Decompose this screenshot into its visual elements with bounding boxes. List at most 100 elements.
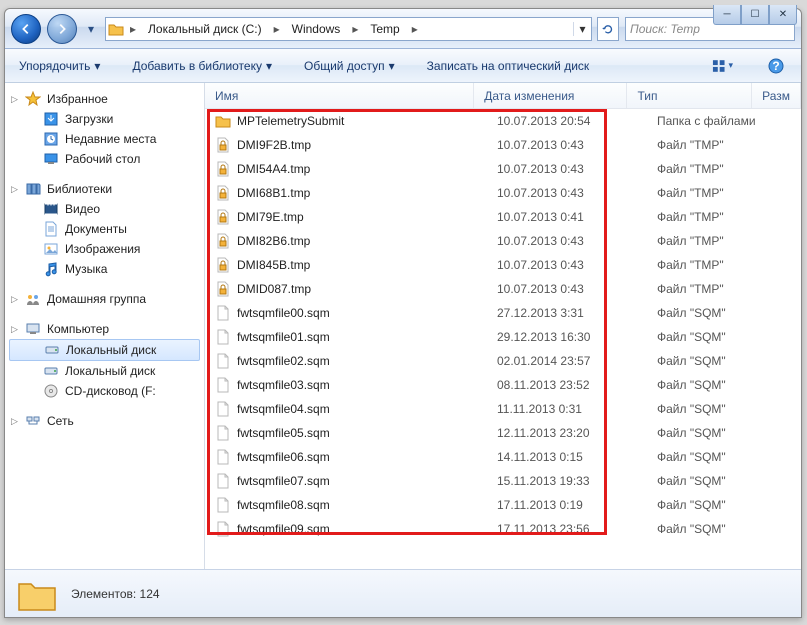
file-name: DMI82B6.tmp <box>237 234 310 248</box>
file-icon <box>215 473 231 489</box>
sidebar-homegroup-head[interactable]: ▷ Домашняя группа <box>5 289 204 309</box>
lock-icon <box>215 185 231 201</box>
sidebar-item-downloads[interactable]: Загрузки <box>5 109 204 129</box>
file-type: Файл "SQM" <box>647 498 777 512</box>
file-row[interactable]: fwtsqmfile06.sqm14.11.2013 0:15Файл "SQM… <box>205 445 801 469</box>
file-rows: MPTelemetrySubmit10.07.2013 20:54Папка с… <box>205 109 801 569</box>
sidebar-item-recent[interactable]: Недавние места <box>5 129 204 149</box>
file-row[interactable]: DMI845B.tmp10.07.2013 0:43Файл "TMP" <box>205 253 801 277</box>
organize-menu[interactable]: Упорядочить▾ <box>19 59 100 73</box>
folder-icon <box>215 113 231 129</box>
homegroup-icon <box>25 291 41 307</box>
burn-button[interactable]: Записать на оптический диск <box>427 59 590 73</box>
file-row[interactable]: DMI79E.tmp10.07.2013 0:41Файл "TMP" <box>205 205 801 229</box>
minimize-button[interactable]: ─ <box>713 5 741 25</box>
file-name: fwtsqmfile02.sqm <box>237 354 330 368</box>
forward-button[interactable] <box>47 14 77 44</box>
file-icon <box>215 353 231 369</box>
file-row[interactable]: fwtsqmfile00.sqm27.12.2013 3:31Файл "SQM… <box>205 301 801 325</box>
file-type: Файл "SQM" <box>647 330 777 344</box>
file-row[interactable]: DMI54A4.tmp10.07.2013 0:43Файл "TMP" <box>205 157 801 181</box>
file-row[interactable]: fwtsqmfile01.sqm29.12.2013 16:30Файл "SQ… <box>205 325 801 349</box>
file-date: 12.11.2013 23:20 <box>487 426 647 440</box>
file-row[interactable]: fwtsqmfile05.sqm12.11.2013 23:20Файл "SQ… <box>205 421 801 445</box>
file-name: DMID087.tmp <box>237 282 311 296</box>
maximize-button[interactable]: ☐ <box>741 5 769 25</box>
sidebar-item-video[interactable]: Видео <box>5 199 204 219</box>
file-row[interactable]: fwtsqmfile03.sqm08.11.2013 23:52Файл "SQ… <box>205 373 801 397</box>
column-name[interactable]: Имя <box>205 83 474 108</box>
file-row[interactable]: MPTelemetrySubmit10.07.2013 20:54Папка с… <box>205 109 801 133</box>
sidebar-item-documents[interactable]: Документы <box>5 219 204 239</box>
file-type: Файл "SQM" <box>647 306 777 320</box>
sidebar-network-head[interactable]: ▷ Сеть <box>5 411 204 431</box>
file-type: Файл "TMP" <box>647 210 777 224</box>
status-text: Элементов: 124 <box>71 587 160 601</box>
file-row[interactable]: fwtsqmfile07.sqm15.11.2013 19:33Файл "SQ… <box>205 469 801 493</box>
chevron-right-icon[interactable]: ▸ <box>348 22 362 36</box>
file-date: 15.11.2013 19:33 <box>487 474 647 488</box>
file-name: DMI845B.tmp <box>237 258 310 272</box>
file-icon <box>215 425 231 441</box>
file-row[interactable]: fwtsqmfile09.sqm17.11.2013 23:56Файл "SQ… <box>205 517 801 541</box>
recent-icon <box>43 131 59 147</box>
file-icon <box>215 449 231 465</box>
chevron-down-icon: ▾ <box>94 59 100 73</box>
back-button[interactable] <box>11 14 41 44</box>
lock-icon <box>215 257 231 273</box>
help-button[interactable] <box>765 55 787 77</box>
file-name: DMI79E.tmp <box>237 210 304 224</box>
file-row[interactable]: DMI68B1.tmp10.07.2013 0:43Файл "TMP" <box>205 181 801 205</box>
file-date: 10.07.2013 0:43 <box>487 258 647 272</box>
collapse-icon: ▷ <box>11 94 18 105</box>
search-placeholder: Поиск: Temp <box>630 22 700 36</box>
history-dropdown[interactable]: ▾ <box>83 17 99 41</box>
file-icon <box>215 305 231 321</box>
file-date: 17.11.2013 23:56 <box>487 522 647 536</box>
breadcrumb-seg[interactable]: Локальный диск (C:) <box>140 18 270 40</box>
file-row[interactable]: fwtsqmfile04.sqm11.11.2013 0:31Файл "SQM… <box>205 397 801 421</box>
file-type: Файл "SQM" <box>647 402 777 416</box>
address-bar[interactable]: ▸ Локальный диск (C:) ▸ Windows ▸ Temp ▸… <box>105 17 592 41</box>
collapse-icon: ▷ <box>11 324 18 335</box>
close-button[interactable]: ✕ <box>769 5 797 25</box>
sidebar-item-music[interactable]: Музыка <box>5 259 204 279</box>
file-type: Файл "SQM" <box>647 474 777 488</box>
file-row[interactable]: DMI82B6.tmp10.07.2013 0:43Файл "TMP" <box>205 229 801 253</box>
refresh-button[interactable] <box>597 17 619 41</box>
chevron-right-icon[interactable]: ▸ <box>270 22 284 36</box>
share-menu[interactable]: Общий доступ▾ <box>304 59 395 73</box>
file-row[interactable]: fwtsqmfile08.sqm17.11.2013 0:19Файл "SQM… <box>205 493 801 517</box>
file-type: Файл "TMP" <box>647 234 777 248</box>
chevron-down-icon: ▾ <box>266 59 272 73</box>
file-name: fwtsqmfile04.sqm <box>237 402 330 416</box>
add-to-library-menu[interactable]: Добавить в библиотеку▾ <box>132 59 272 73</box>
lock-icon <box>215 233 231 249</box>
chevron-right-icon[interactable]: ▸ <box>408 22 422 36</box>
sidebar-item-local-disk[interactable]: Локальный диск <box>5 361 204 381</box>
file-list: Имя Дата изменения Тип Разм MPTelemetryS… <box>205 83 801 569</box>
file-row[interactable]: DMI9F2B.tmp10.07.2013 0:43Файл "TMP" <box>205 133 801 157</box>
breadcrumb-seg[interactable]: Temp <box>362 18 407 40</box>
sidebar-item-desktop[interactable]: Рабочий стол <box>5 149 204 169</box>
column-headers: Имя Дата изменения Тип Разм <box>205 83 801 109</box>
file-icon <box>215 401 231 417</box>
breadcrumb-seg[interactable]: Windows <box>284 18 349 40</box>
file-name: fwtsqmfile06.sqm <box>237 450 330 464</box>
sidebar-computer-head[interactable]: ▷ Компьютер <box>5 319 204 339</box>
file-type: Файл "TMP" <box>647 186 777 200</box>
column-date[interactable]: Дата изменения <box>474 83 627 108</box>
sidebar-libraries-head[interactable]: ▷ Библиотеки <box>5 179 204 199</box>
file-row[interactable]: fwtsqmfile02.sqm02.01.2014 23:57Файл "SQ… <box>205 349 801 373</box>
sidebar-item-images[interactable]: Изображения <box>5 239 204 259</box>
address-dropdown[interactable]: ▾ <box>573 22 591 36</box>
sidebar-item-cd-drive[interactable]: CD-дисковод (F: <box>5 381 204 401</box>
views-button[interactable]: ▾ <box>711 55 733 77</box>
column-type[interactable]: Тип <box>627 83 752 108</box>
column-size[interactable]: Разм <box>752 83 801 108</box>
file-row[interactable]: DMID087.tmp10.07.2013 0:43Файл "TMP" <box>205 277 801 301</box>
sidebar-favorites-head[interactable]: ▷ Избранное <box>5 89 204 109</box>
sidebar-item-local-disk[interactable]: Локальный диск <box>9 339 200 361</box>
lock-icon <box>215 281 231 297</box>
sidebar: ▷ Избранное Загрузки Недавние места Рабо… <box>5 83 205 569</box>
